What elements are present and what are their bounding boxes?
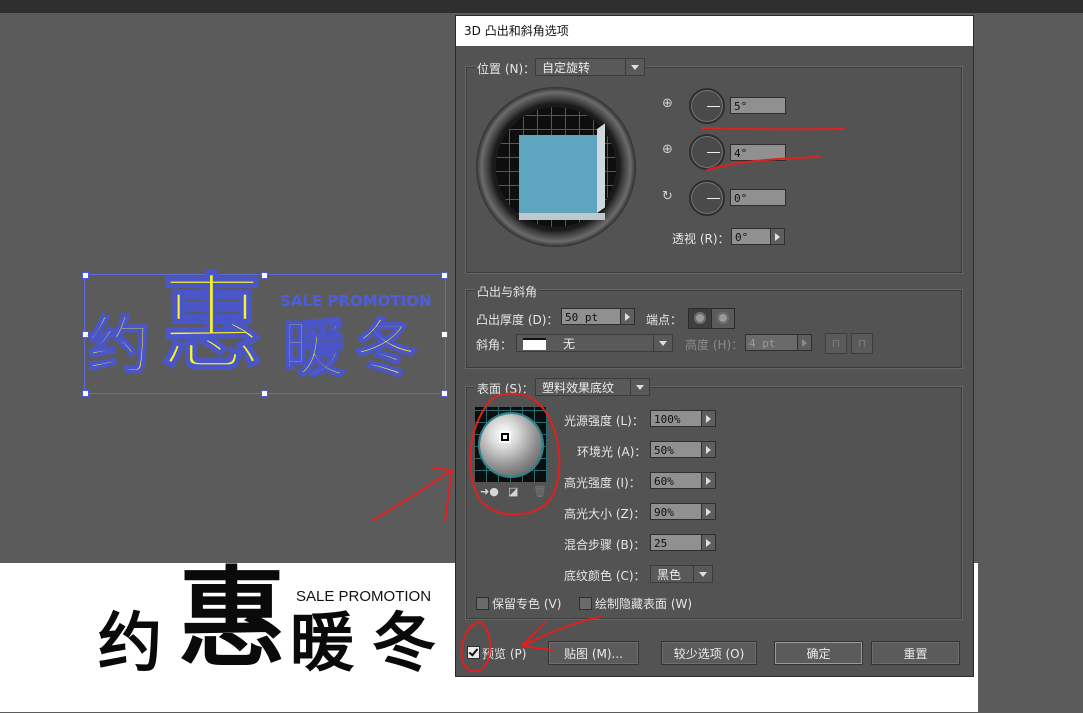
blend-steps-input[interactable]: 25 [650, 534, 702, 551]
extrude-depth-slider-button[interactable] [620, 308, 635, 325]
preserve-spot-checkbox[interactable] [476, 597, 489, 610]
position-label: 位置 (N)： [475, 60, 538, 77]
ambient-label: 环境光 (A)： [577, 445, 647, 459]
top-toolbar [0, 0, 1083, 13]
rotate-y-dial[interactable] [689, 134, 725, 170]
ambient-slider-button[interactable] [701, 441, 716, 458]
cube-preview-bottom [519, 213, 605, 220]
art-char: 惠 [159, 263, 265, 385]
dialog-title: 3D 凸出和斜角选项 [456, 16, 973, 46]
cube-preview[interactable] [519, 135, 597, 213]
bw-art-char: 约 [98, 607, 162, 681]
art-subtitle: SALE PROMOTION [280, 292, 432, 310]
light-intensity-input[interactable]: 100% [650, 410, 702, 427]
art-char: 冬 [354, 312, 418, 385]
perspective-slider-button[interactable] [770, 228, 785, 245]
highlight-intensity-label: 高光强度 (I)： [564, 476, 641, 490]
bw-art-char: 暖 [290, 607, 354, 681]
bevel-extent-in-button[interactable]: ⊓ [825, 333, 847, 354]
bevel-value: 无 [563, 337, 576, 351]
height-input[interactable]: 4 pt [745, 334, 798, 351]
bw-art-char: 惠 [178, 557, 287, 682]
perspective-input[interactable]: 0° [731, 228, 771, 245]
art-char: 约 [87, 309, 151, 382]
rotate-x-axis-icon: ⊕ [662, 96, 673, 111]
light-source-handle[interactable] [499, 431, 511, 443]
highlight-size-slider-button[interactable] [701, 503, 716, 520]
bevel-extent-out-button[interactable]: ⊓ [851, 333, 873, 354]
ok-button[interactable]: 确定 [774, 641, 863, 665]
delete-light-icon[interactable]: 🗑 [533, 485, 547, 498]
cap-off-icon [717, 312, 729, 324]
lighting-sphere[interactable] [480, 414, 542, 476]
bw-art-char: 冬 [372, 607, 436, 681]
rotate-x-input[interactable]: 5° [730, 97, 786, 114]
move-light-back-icon[interactable]: ➜● [480, 485, 499, 498]
selection-handle[interactable] [441, 331, 448, 338]
bevel-label: 斜角： [476, 338, 513, 352]
light-intensity-label: 光源强度 (L)： [564, 414, 644, 428]
rotate-z-dial[interactable] [689, 180, 725, 216]
perspective-label: 透视 (R)： [672, 232, 730, 246]
reset-button[interactable]: 重置 [871, 641, 960, 665]
draw-hidden-checkbox[interactable] [579, 597, 592, 610]
blend-steps-slider-button[interactable] [701, 534, 716, 551]
bevel-shape-swatch [523, 338, 546, 350]
surface-label: 表面 (S)： [475, 380, 536, 397]
preview-label: 预览 (P) [482, 647, 527, 661]
selection-handle[interactable] [441, 390, 448, 397]
shading-color-label: 底纹颜色 (C)： [564, 569, 646, 583]
extrude-depth-label: 凸出厚度 (D)： [476, 313, 559, 327]
preview-checkbox[interactable] [467, 646, 480, 659]
rotate-y-input[interactable]: 4° [730, 144, 786, 161]
rotate-y-axis-icon: ⊕ [662, 142, 673, 157]
position-preset-value: 自定旋转 [542, 61, 591, 75]
highlight-intensity-input[interactable]: 60% [650, 472, 702, 489]
new-light-icon[interactable]: ◪ [508, 485, 518, 498]
bw-art-subtitle: SALE PROMOTION [296, 588, 432, 605]
cube-preview-side [597, 123, 605, 213]
rotate-x-dial[interactable] [689, 88, 725, 124]
map-button[interactable]: 贴图 (M)... [548, 641, 639, 665]
shading-color-value: 黑色 [657, 568, 682, 582]
chevron-down-icon [653, 335, 672, 351]
extrude-bevel-group [465, 289, 963, 369]
blend-steps-label: 混合步骤 (B)： [564, 538, 646, 552]
draw-hidden-label: 绘制隐藏表面 (W) [595, 597, 693, 611]
highlight-intensity-slider-button[interactable] [701, 472, 716, 489]
rotate-z-axis-icon: ↻ [662, 189, 673, 204]
light-intensity-slider-button[interactable] [701, 410, 716, 427]
chevron-down-icon [630, 379, 649, 395]
fewer-options-button[interactable]: 较少选项 (O) [661, 641, 757, 665]
rotate-z-input[interactable]: 0° [730, 189, 786, 206]
cap-label: 端点： [646, 313, 683, 327]
chevron-down-icon [693, 566, 712, 582]
selection-handle[interactable] [441, 272, 448, 279]
position-preset-select[interactable]: 自定旋转 [535, 58, 645, 76]
canvas-right-area [978, 13, 1083, 713]
ambient-input[interactable]: 50% [650, 441, 702, 458]
cap-on-button[interactable] [688, 308, 712, 329]
highlight-size-label: 高光大小 (Z)： [564, 507, 646, 521]
preserve-spot-label: 保留专色 (V) [492, 597, 562, 611]
surface-preset-value: 塑料效果底纹 [542, 381, 615, 395]
extrude-bevel-legend: 凸出与斜角 [475, 283, 540, 300]
selection-handle[interactable] [261, 390, 268, 397]
chevron-down-icon [625, 59, 644, 75]
highlight-size-input[interactable]: 90% [650, 503, 702, 520]
height-label: 高度 (H)： [685, 338, 744, 352]
cap-on-icon [694, 312, 706, 324]
surface-preset-select[interactable]: 塑料效果底纹 [535, 378, 650, 396]
selection-handle[interactable] [82, 272, 89, 279]
extrude-depth-input[interactable]: 50 pt [561, 308, 621, 325]
selection-handle[interactable] [82, 390, 89, 397]
art-char: 暖 [282, 312, 346, 385]
cap-off-button[interactable] [711, 308, 735, 329]
shading-color-select[interactable]: 黑色 [650, 565, 713, 583]
height-slider-button[interactable] [797, 334, 812, 351]
